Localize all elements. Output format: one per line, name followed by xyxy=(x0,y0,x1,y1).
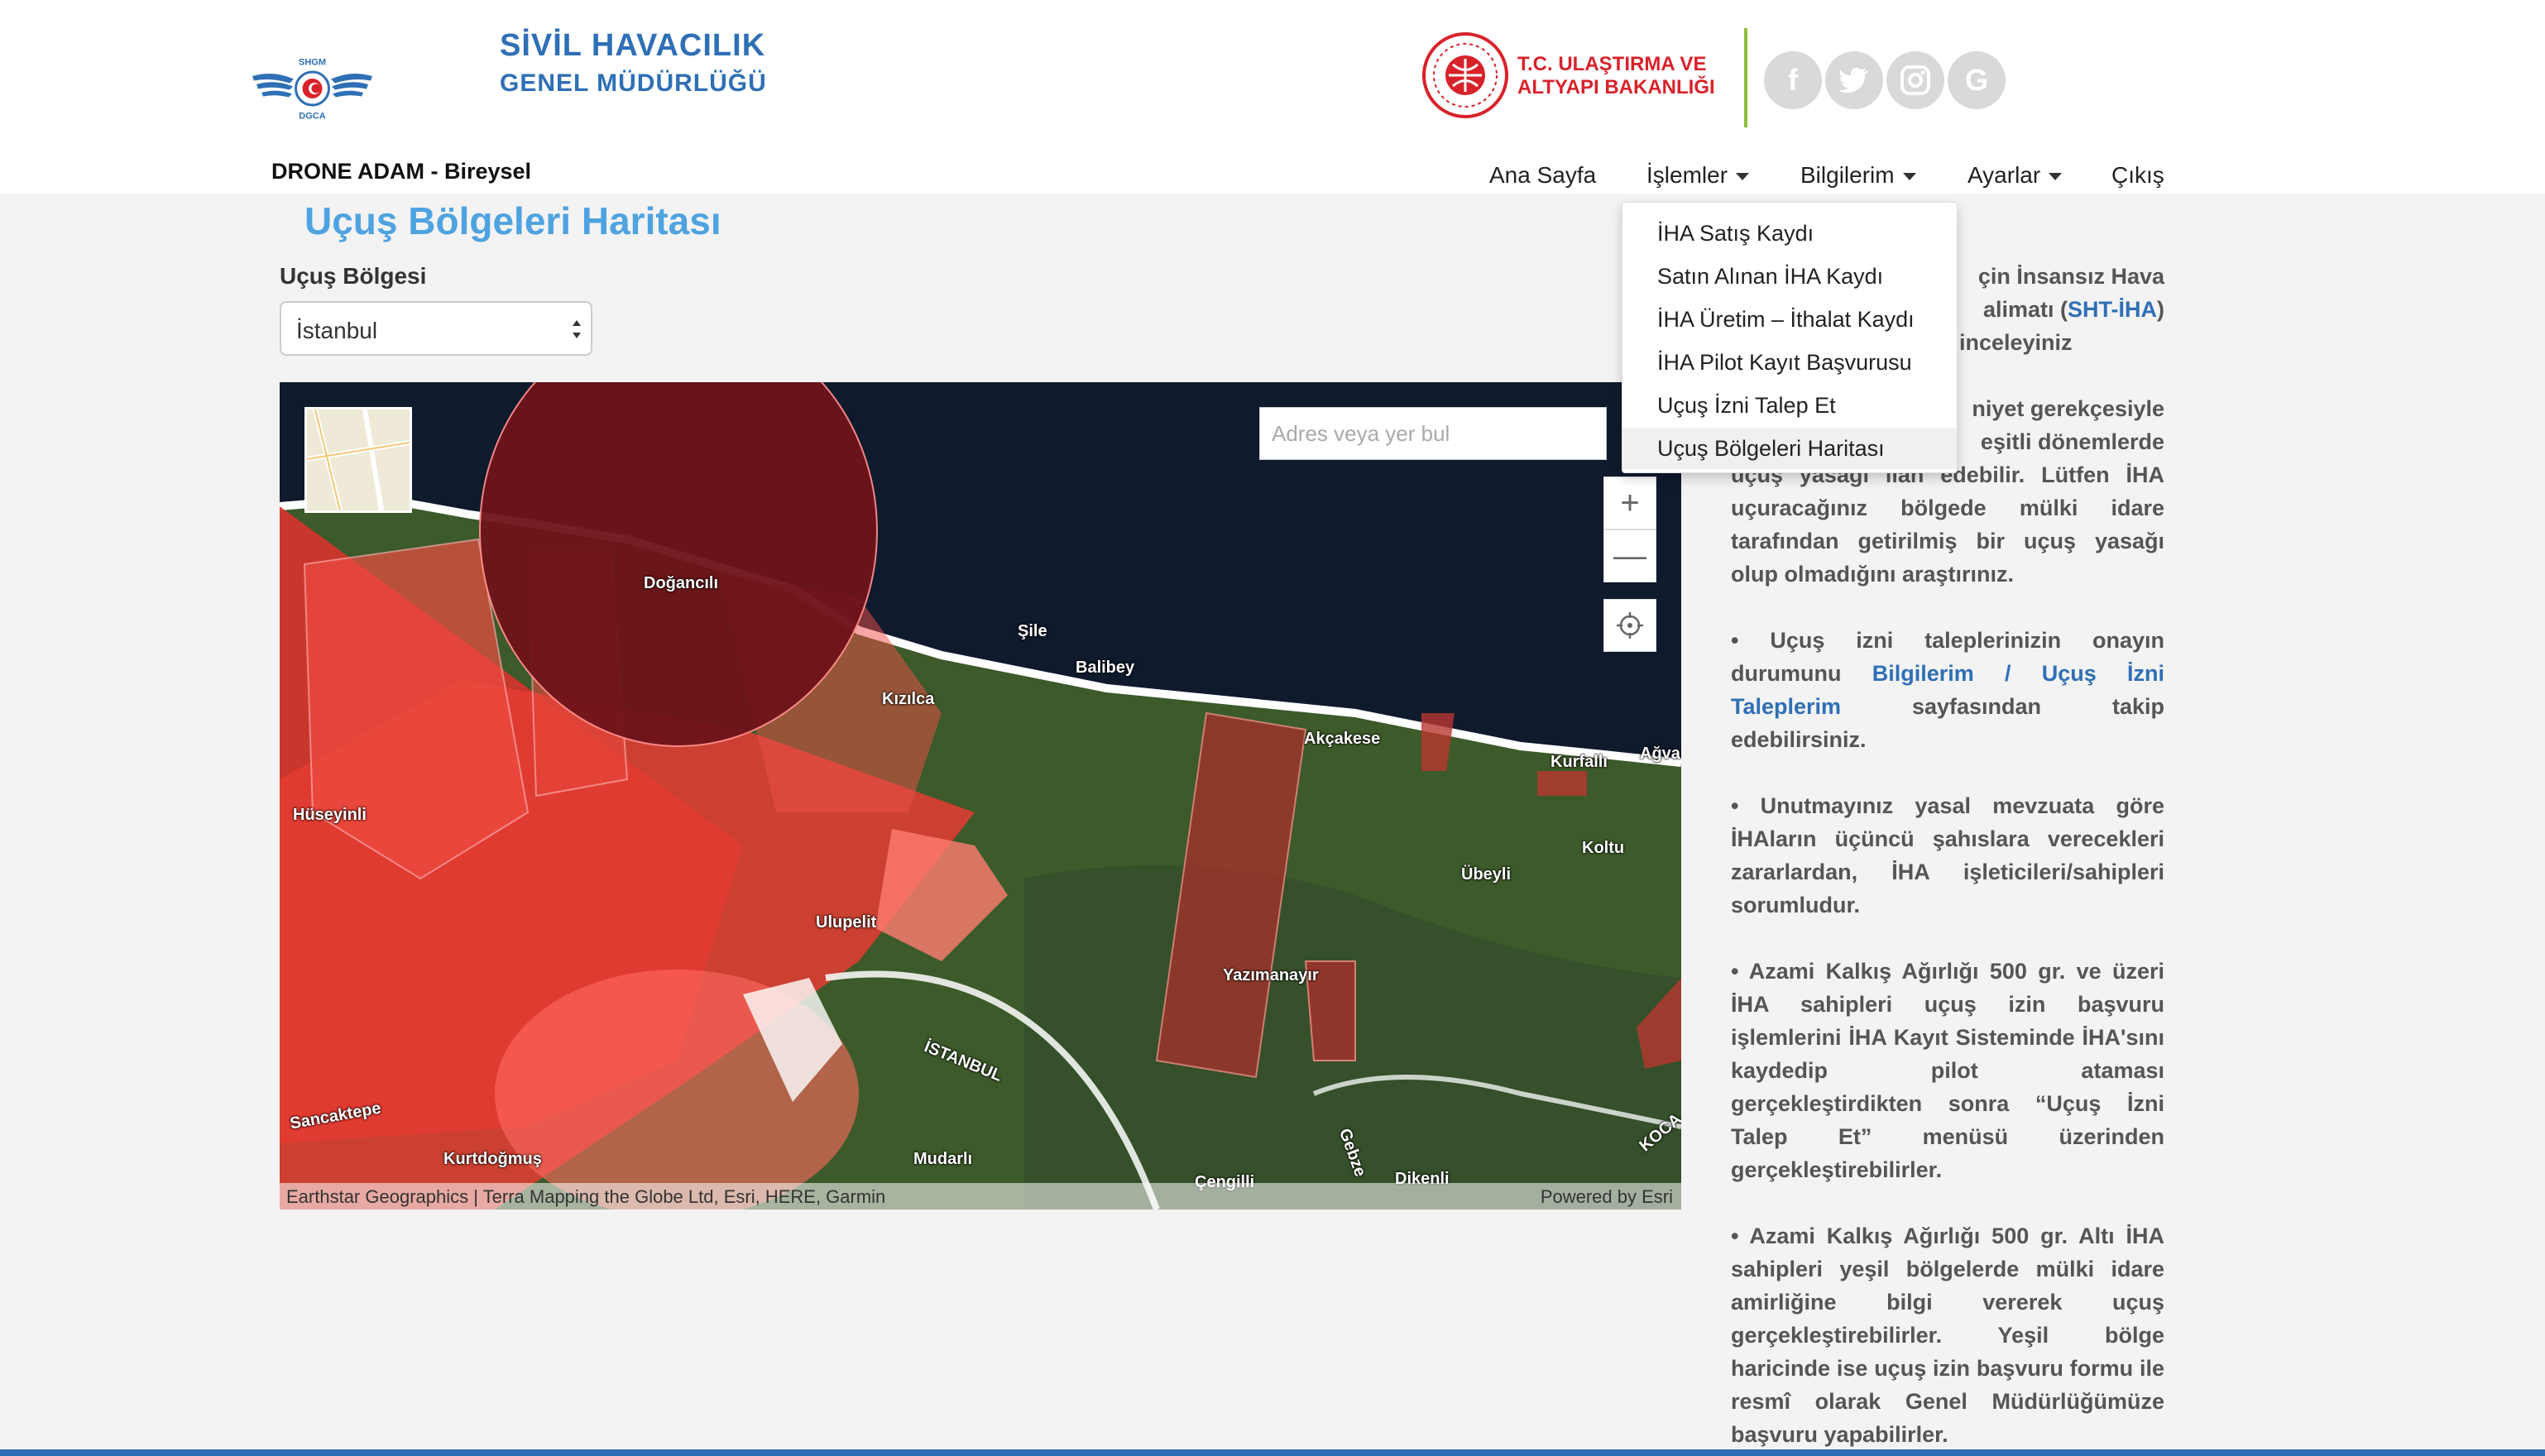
instagram-icon[interactable] xyxy=(1886,51,1944,109)
twitter-icon[interactable] xyxy=(1825,51,1883,109)
map-label: Kızılca xyxy=(882,690,935,708)
menu-item-iha-sales[interactable]: İHA Satış Kaydı xyxy=(1622,213,1957,254)
nav-operations[interactable]: İşlemler xyxy=(1646,162,1750,189)
menu-item-purchased-iha[interactable]: Satın Alınan İHA Kaydı xyxy=(1622,256,1957,297)
map-search-input[interactable] xyxy=(1260,408,1604,459)
map-canvas[interactable] xyxy=(280,382,1681,1209)
map-label: Yazımanayır xyxy=(1223,966,1319,984)
shgm-logo[interactable]: SHGM DGCA xyxy=(248,18,505,159)
info-paragraph-3: • Uçuş izni taleplerinizin onayın durumu… xyxy=(1731,624,2164,756)
locate-button[interactable] xyxy=(1603,599,1656,652)
map-label: Akçakese xyxy=(1304,730,1381,748)
attribution-sources: Earthstar Geographics | Terra Mapping th… xyxy=(286,1186,886,1207)
page-title: Uçuş Bölgeleri Haritası xyxy=(304,199,721,242)
region-select-value: İstanbul xyxy=(296,318,378,343)
user-label: DRONE ADAM - Bireysel xyxy=(271,159,532,184)
menu-item-production-import[interactable]: İHA Üretim – İthalat Kaydı xyxy=(1622,299,1957,340)
map-label: Kurtdoğmuş xyxy=(443,1150,542,1168)
nav-operations-label: İşlemler xyxy=(1646,162,1728,188)
brand-subtitle: GENEL MÜDÜRLÜĞÜ xyxy=(500,69,767,97)
region-select[interactable]: İstanbul xyxy=(280,301,592,356)
map-label: Balibey xyxy=(1076,659,1135,677)
sht-iha-link[interactable]: SHT-İHA xyxy=(2068,297,2157,322)
info-paragraph-5: • Azami Kalkış Ağırlığı 500 gr. ve üzeri… xyxy=(1731,959,2164,1182)
caret-down-icon xyxy=(2049,173,2063,181)
nav-logout[interactable]: Çıkış xyxy=(2111,162,2164,189)
map-label: Şile xyxy=(1018,622,1047,640)
map-label: Hüseyinli xyxy=(293,806,367,824)
basemap-thumbnail-icon xyxy=(306,409,410,511)
map-label: Koltu xyxy=(1582,839,1625,857)
operations-dropdown: İHA Satış Kaydı Satın Alınan İHA Kaydı İ… xyxy=(1622,202,1958,473)
nav-info-label: Bilgilerim xyxy=(1800,162,1895,188)
flight-zone-map[interactable]: + — Doğancılı Şile Balibey Kızılca Akçak… xyxy=(280,382,1681,1209)
map-label: Ağva xyxy=(1640,745,1680,763)
info-paragraph-4: • Unutmayınız yasal mevzuata göre İHAlar… xyxy=(1731,793,2164,917)
map-label: Ulupelit xyxy=(816,913,877,932)
nav-settings[interactable]: Ayarlar xyxy=(1967,162,2063,189)
map-attribution: Earthstar Geographics | Terra Mapping th… xyxy=(280,1183,1681,1209)
brand-title: SİVİL HAVACILIK xyxy=(500,28,766,63)
info-paragraph-6: • Azami Kalkış Ağırlığı 500 gr. Altı İHA… xyxy=(1731,1224,2164,1447)
map-label: Mudarlı xyxy=(913,1150,973,1168)
basemap-toggle[interactable] xyxy=(304,407,412,513)
zoom-out-button[interactable]: — xyxy=(1603,529,1656,582)
logo-bottom-text: DGCA xyxy=(299,112,325,122)
info-text: alimatı ( xyxy=(1982,297,2068,322)
map-label: Kurfallı xyxy=(1550,753,1608,771)
menu-item-flight-zones-map[interactable]: Uçuş Bölgeleri Haritası xyxy=(1622,428,1957,469)
info-text: ) xyxy=(2157,297,2164,322)
header: SHGM DGCA SİVİL HAVACILIK GENEL MÜDÜRLÜĞ… xyxy=(0,0,2545,194)
nav-info[interactable]: Bilgilerim xyxy=(1800,162,1916,189)
info-text: uçuş yasağı ilan edebilir. Lütfen İHA uç… xyxy=(1731,462,2164,587)
ministry-name-line1: T.C. ULAŞTIRMA VE xyxy=(1517,53,1707,75)
select-arrows-icon xyxy=(573,320,581,338)
facebook-icon[interactable]: f xyxy=(1764,51,1822,109)
zoom-in-button[interactable]: + xyxy=(1603,477,1656,529)
caret-down-icon xyxy=(1902,173,1916,181)
header-divider xyxy=(1744,28,1747,127)
ministry-name-line2: ALTYAPI BAKANLIĞI xyxy=(1517,76,1715,98)
footer-bar xyxy=(0,1449,2545,1456)
menu-item-pilot-registration[interactable]: İHA Pilot Kayıt Başvurusu xyxy=(1622,342,1957,383)
attribution-powered-by[interactable]: Powered by Esri xyxy=(1541,1186,1673,1208)
region-label: Uçuş Bölgesi xyxy=(280,263,427,289)
ministry-logo[interactable] xyxy=(1420,30,1511,121)
logo-top-text: SHGM xyxy=(299,58,326,68)
map-label: Übeyli xyxy=(1461,865,1512,884)
nav-home[interactable]: Ana Sayfa xyxy=(1489,162,1596,189)
map-search[interactable] xyxy=(1259,407,1607,460)
menu-item-flight-permit[interactable]: Uçuş İzni Talep Et xyxy=(1622,385,1957,426)
google-icon[interactable]: G xyxy=(1948,51,2006,109)
nav-settings-label: Ayarlar xyxy=(1967,162,2041,188)
map-label: Doğancılı xyxy=(644,574,719,592)
locate-icon xyxy=(1617,612,1643,639)
caret-down-icon xyxy=(1736,173,1750,181)
